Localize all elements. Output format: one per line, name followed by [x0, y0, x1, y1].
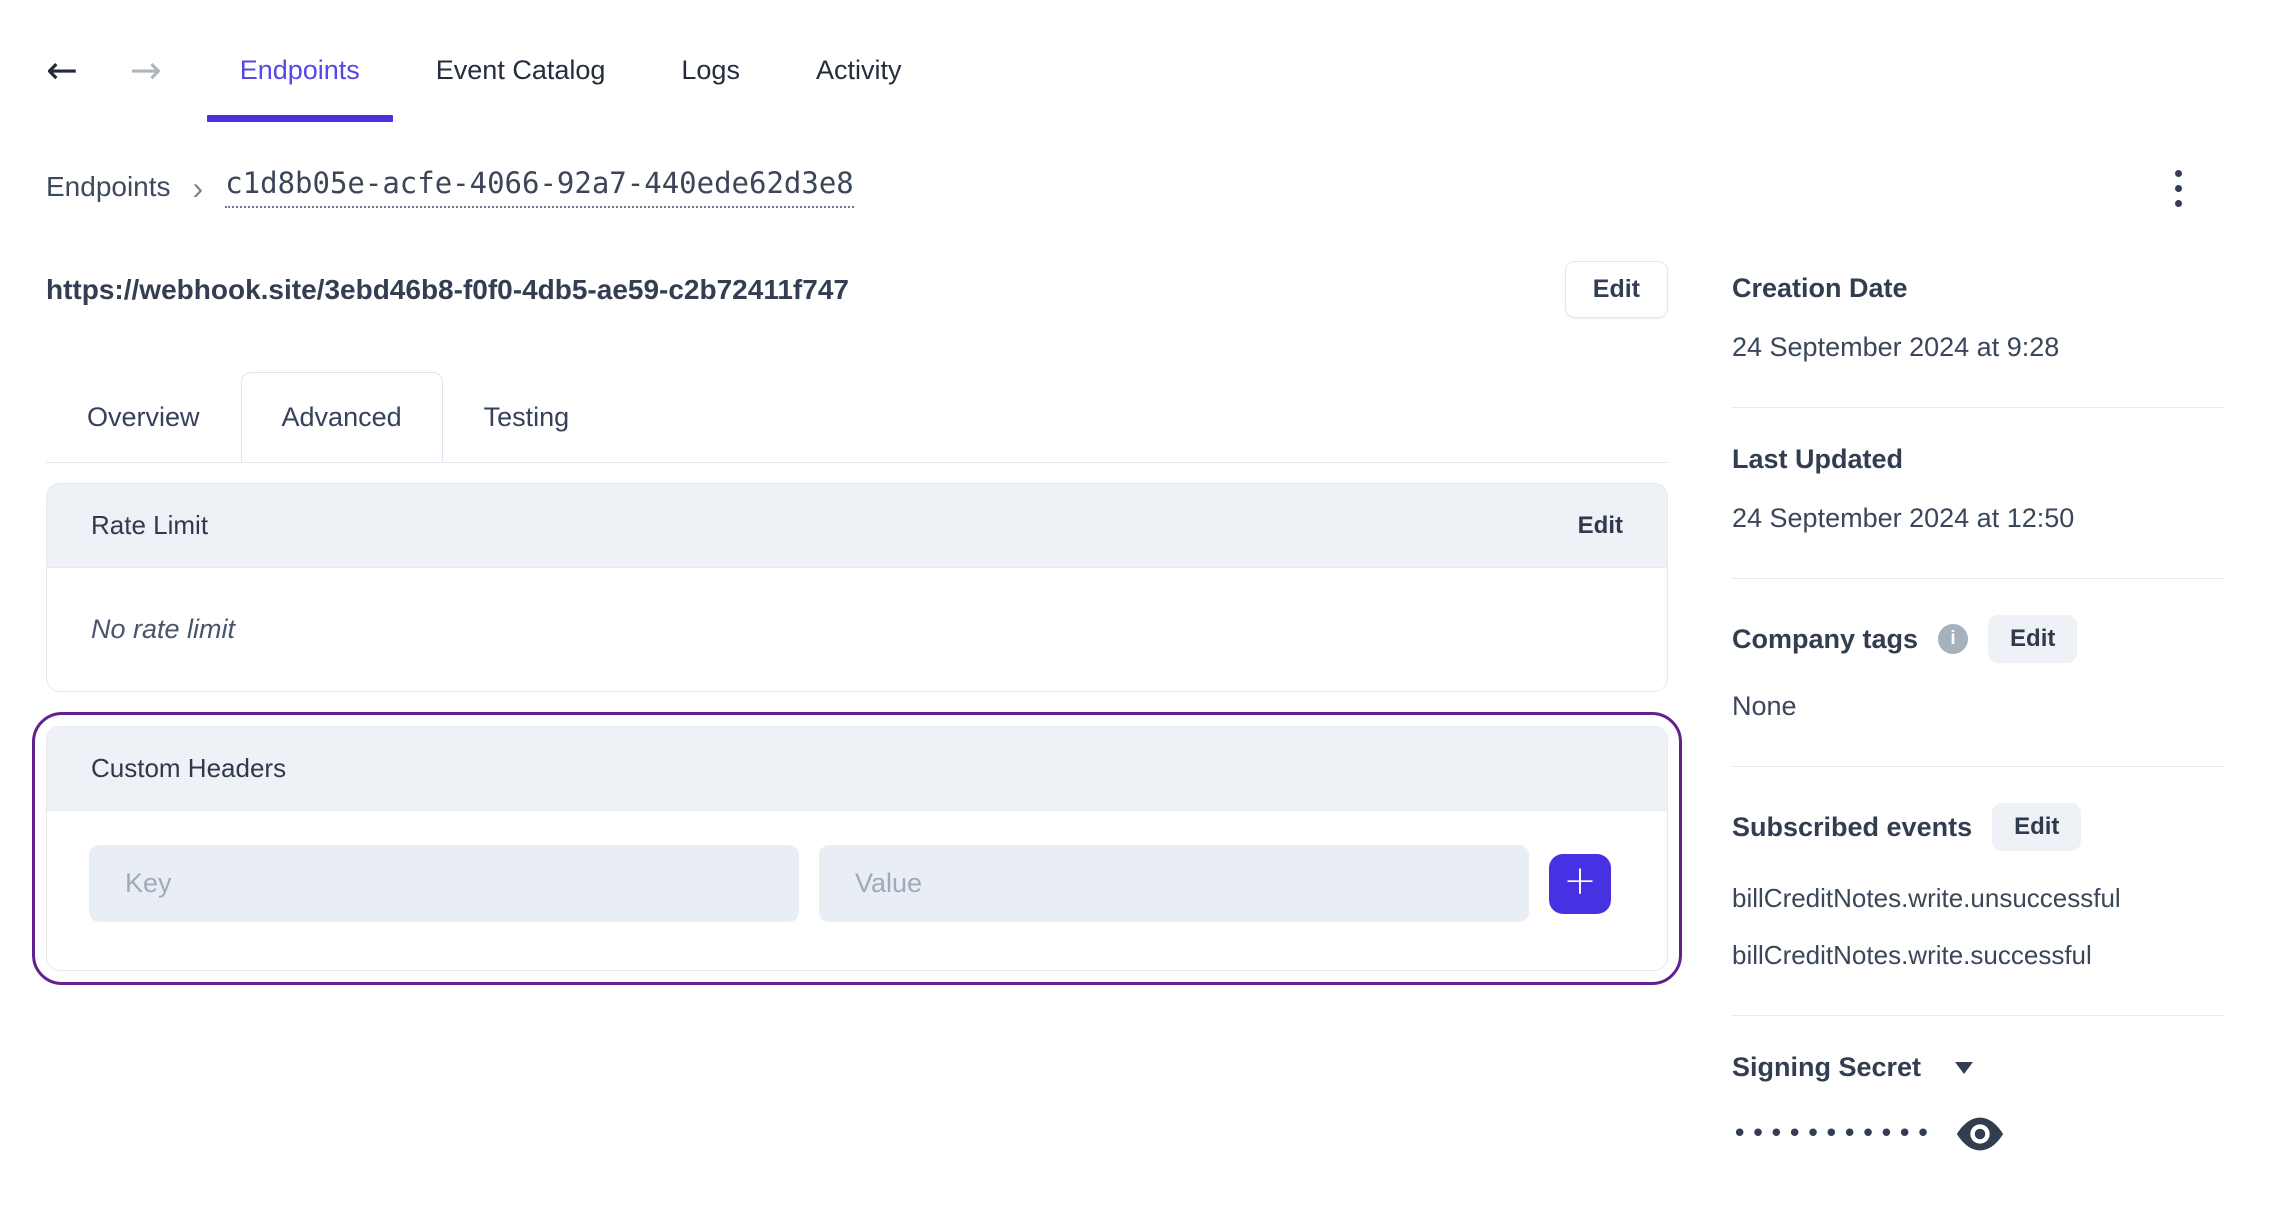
- last-updated-label: Last Updated: [1732, 444, 1904, 474]
- breadcrumb-root-link[interactable]: Endpoints: [46, 171, 171, 203]
- chevron-right-icon: ›: [192, 170, 204, 206]
- subscribed-events-section: Subscribed events Edit billCreditNotes.w…: [1732, 767, 2224, 1016]
- header-value-input[interactable]: [819, 845, 1529, 922]
- add-header-button[interactable]: +: [1549, 853, 1611, 914]
- creation-date-value: 24 September 2024 at 9:28: [1732, 332, 2060, 362]
- back-arrow-icon[interactable]: ←: [46, 51, 78, 89]
- creation-date-label: Creation Date: [1732, 273, 1908, 303]
- signing-secret-section: Signing Secret •••••••••••: [1732, 1016, 2224, 1199]
- tab-advanced[interactable]: Advanced: [240, 372, 443, 462]
- last-updated-value: 24 September 2024 at 12:50: [1732, 503, 2075, 533]
- breadcrumb-endpoint-id[interactable]: c1d8b05e-acfe-4066-92a7-440ede62d3e8: [225, 166, 854, 208]
- creation-date-section: Creation Date 24 September 2024 at 9:28: [1732, 261, 2224, 408]
- rate-limit-empty-text: No rate limit: [91, 614, 236, 644]
- tab-overview[interactable]: Overview: [46, 372, 241, 462]
- masked-secret-value: •••••••••••: [1732, 1119, 1934, 1149]
- company-tags-section: Company tags i Edit None: [1732, 579, 2224, 767]
- company-tags-label: Company tags: [1732, 623, 1919, 654]
- endpoint-meta-sidebar: Creation Date 24 September 2024 at 9:28 …: [1732, 261, 2224, 1199]
- kebab-menu-icon[interactable]: [2171, 166, 2186, 211]
- top-navigation: ← → Endpoints Event Catalog Logs Activit…: [46, 30, 2226, 122]
- company-tags-edit-button[interactable]: Edit: [1988, 615, 2078, 663]
- last-updated-section: Last Updated 24 September 2024 at 12:50: [1732, 408, 2224, 579]
- rate-limit-title: Rate Limit: [91, 510, 209, 540]
- subscribed-events-edit-button[interactable]: Edit: [1992, 803, 2082, 851]
- webhook-portal-page: ← → Endpoints Event Catalog Logs Activit…: [0, 0, 2274, 1199]
- header-key-input[interactable]: [89, 845, 799, 922]
- rate-limit-header: Rate Limit Edit: [47, 484, 1667, 568]
- subscribed-event: billCreditNotes.write.unsuccessful: [1732, 883, 2121, 913]
- nav-tab-event-catalog[interactable]: Event Catalog: [436, 55, 606, 86]
- subscribed-event: billCreditNotes.write.successful: [1732, 940, 2092, 970]
- endpoint-detail: https://webhook.site/3ebd46b8-f0f0-4db5-…: [32, 261, 1682, 1199]
- custom-headers-header: Custom Headers: [47, 727, 1667, 811]
- subscribed-events-label: Subscribed events: [1732, 811, 1973, 842]
- main-layout: https://webhook.site/3ebd46b8-f0f0-4db5-…: [32, 261, 2226, 1199]
- info-icon[interactable]: i: [1938, 624, 1969, 654]
- endpoint-url-title: https://webhook.site/3ebd46b8-f0f0-4db5-…: [46, 273, 849, 305]
- rate-limit-edit-button[interactable]: Edit: [1578, 512, 1623, 540]
- breadcrumb-row: Endpoints › c1d8b05e-acfe-4066-92a7-440e…: [46, 166, 2226, 211]
- custom-headers-card: Custom Headers +: [46, 726, 1668, 971]
- eye-icon[interactable]: [1954, 1113, 2006, 1155]
- company-tags-value: None: [1732, 691, 1797, 721]
- endpoint-url-row: https://webhook.site/3ebd46b8-f0f0-4db5-…: [46, 261, 1668, 318]
- primary-nav-tabs: Endpoints Event Catalog Logs Activity: [206, 55, 978, 122]
- custom-headers-title: Custom Headers: [91, 753, 287, 783]
- tab-testing[interactable]: Testing: [443, 372, 611, 462]
- chevron-down-icon[interactable]: [1949, 1057, 1979, 1079]
- rate-limit-card: Rate Limit Edit No rate limit: [46, 483, 1668, 692]
- nav-tab-logs[interactable]: Logs: [681, 55, 740, 86]
- custom-headers-body: +: [47, 811, 1667, 970]
- custom-headers-highlight-ring: Custom Headers +: [32, 712, 1682, 985]
- signing-secret-label: Signing Secret: [1732, 1052, 1922, 1082]
- rate-limit-body: No rate limit: [47, 568, 1667, 691]
- nav-tab-activity[interactable]: Activity: [816, 55, 902, 86]
- breadcrumb: Endpoints › c1d8b05e-acfe-4066-92a7-440e…: [46, 166, 854, 208]
- detail-tabs: Overview Advanced Testing: [46, 372, 1668, 463]
- forward-arrow-icon[interactable]: →: [130, 51, 162, 89]
- edit-url-button[interactable]: Edit: [1564, 261, 1668, 318]
- nav-tab-endpoints[interactable]: Endpoints: [206, 55, 393, 122]
